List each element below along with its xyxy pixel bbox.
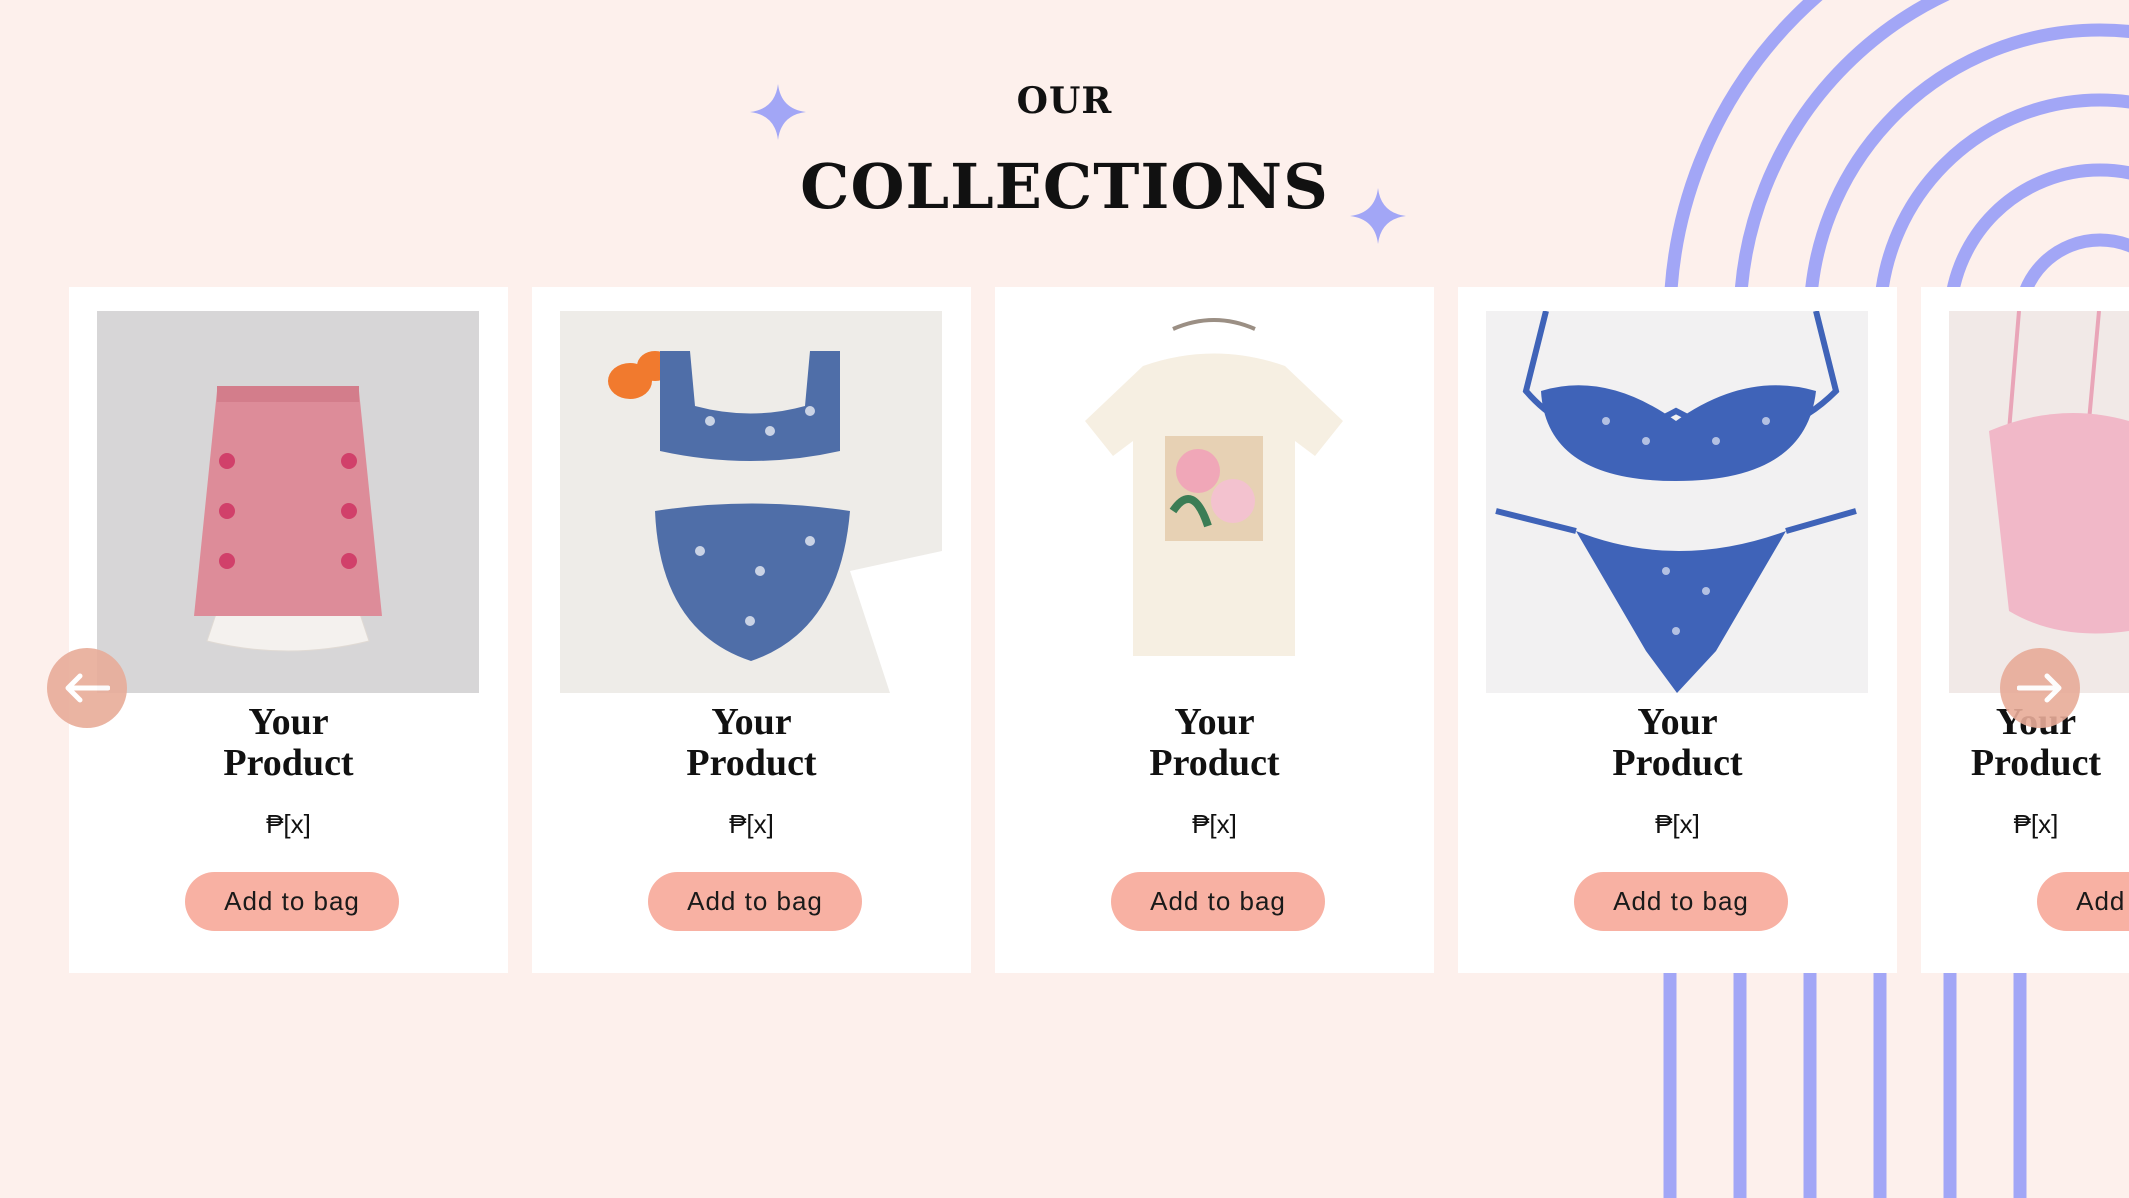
product-price: ₱[x] — [729, 809, 774, 839]
product-name-line: Product — [1970, 742, 2102, 784]
product-name: Your Product — [1458, 702, 1897, 784]
product-price: ₱[x] — [2013, 809, 2059, 839]
product-image[interactable] — [1023, 311, 1405, 693]
add-to-bag-button[interactable]: Add to bag — [185, 872, 399, 931]
product-image[interactable] — [1949, 311, 2129, 693]
product-name: Your Product — [995, 702, 1434, 784]
heading-collections: COLLECTIONS — [800, 150, 1329, 223]
product-price: ₱[x] — [1192, 809, 1237, 839]
arrow-left-icon — [65, 673, 110, 703]
product-name-line: Product — [686, 742, 817, 784]
product-card: Your Product ₱[x] Add to bag — [532, 287, 971, 973]
add-to-bag-button[interactable]: Add to bag — [1111, 872, 1325, 931]
product-name-line: Your — [1174, 701, 1255, 743]
product-image[interactable] — [97, 311, 479, 693]
product-name: Your Product — [69, 702, 508, 784]
product-name-line: Product — [1612, 742, 1743, 784]
product-name-line: Your — [711, 701, 792, 743]
add-to-bag-button[interactable]: Add to bag — [648, 872, 862, 931]
product-card: Your Product ₱[x] Add to bag — [69, 287, 508, 973]
add-to-bag-button[interactable]: Add to bag — [2037, 872, 2129, 931]
product-price: ₱[x] — [1655, 809, 1700, 839]
product-price: ₱[x] — [266, 809, 311, 839]
carousel-next-button[interactable] — [2000, 648, 2080, 728]
product-image[interactable] — [1486, 311, 1868, 693]
product-name-line: Your — [248, 701, 329, 743]
product-card: Your Product ₱[x] Add to bag — [1458, 287, 1897, 973]
arrow-right-icon — [2017, 673, 2062, 703]
product-name-line: Your — [1637, 701, 1718, 743]
product-name-line: Product — [1149, 742, 1280, 784]
product-name-line: Product — [223, 742, 354, 784]
heading-our: OUR — [1016, 80, 1113, 122]
product-name: Your Product — [532, 702, 971, 784]
add-to-bag-button[interactable]: Add to bag — [1574, 872, 1788, 931]
product-image[interactable] — [560, 311, 942, 693]
product-card: Your Product ₱[x] Add to bag — [1921, 287, 2129, 973]
carousel-prev-button[interactable] — [47, 648, 127, 728]
product-card: Your Product ₱[x] Add to bag — [995, 287, 1434, 973]
